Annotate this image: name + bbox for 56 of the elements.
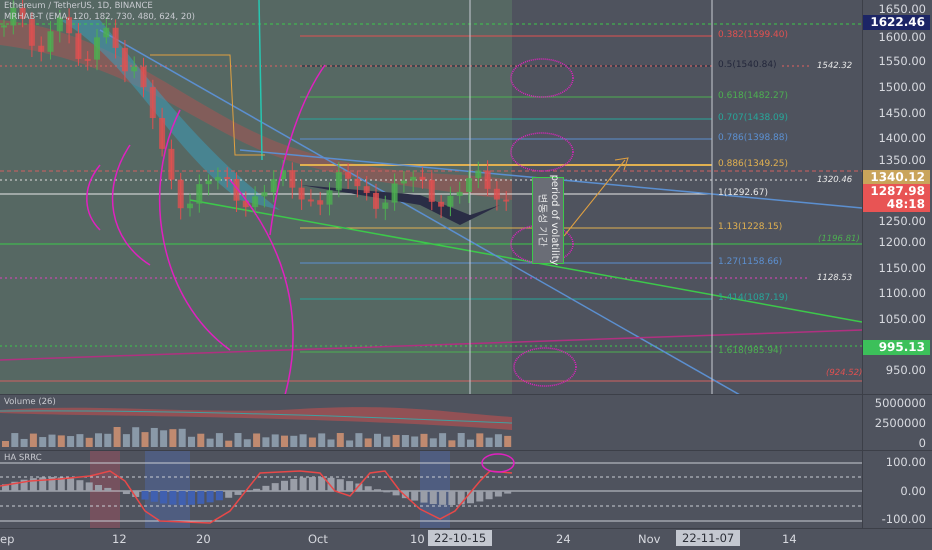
- fib-level-label: 0.707(1438.09): [718, 113, 788, 124]
- oscillator-tick-label: 100.00: [884, 456, 927, 469]
- oscillator-tick-label: -100.00: [880, 513, 927, 526]
- price-tick-label: 1250.00: [878, 215, 927, 228]
- volume-tick-label: 5000000: [874, 397, 927, 410]
- fib-level-label: 1.13(1228.15): [718, 222, 782, 233]
- time-tick-label: 20: [196, 532, 211, 546]
- price-tick-label: 1150.00: [878, 262, 927, 275]
- price-tick-label: 1200.00: [878, 236, 927, 249]
- price-tick-label: 1100.00: [878, 287, 927, 300]
- fib-level-label: 1.618(985.94): [718, 346, 782, 357]
- price-line-label: 1128.53: [817, 273, 852, 284]
- price-tag: 1622.46: [863, 15, 930, 30]
- time-tick-label: 12: [112, 532, 127, 546]
- price-tick-label: 1600.00: [878, 31, 927, 44]
- ellipse-marker: [513, 347, 577, 387]
- price-tick-label: 1500.00: [878, 81, 927, 94]
- ellipse-marker: [510, 132, 574, 172]
- fib-level-label: 0.786(1398.88): [718, 133, 788, 144]
- volume-title: Volume (26): [4, 397, 56, 407]
- date-tag: 22-11-07: [676, 530, 740, 546]
- arc-line: [86, 164, 101, 230]
- time-tick-label: 24: [556, 532, 571, 546]
- ellipse-marker: [481, 453, 515, 473]
- volume-tick-label: 2500000: [874, 417, 927, 430]
- price-line-label: (924.52): [826, 368, 862, 379]
- fib-level-label: 1(1292.67): [718, 188, 768, 199]
- time-tick-label: 14: [782, 532, 797, 546]
- oscillator-tick-label: 0.00: [899, 484, 927, 498]
- price-tag: 1340.12: [863, 170, 930, 185]
- price-line-label: (1196.81): [818, 234, 860, 245]
- price-tick-label: 1550.00: [878, 55, 927, 68]
- price-tag: 1287.98 48:18: [863, 184, 930, 212]
- time-tick-label: ep: [0, 532, 14, 546]
- volume-tick-label: 0: [918, 437, 927, 450]
- fib-level-label: 0.886(1349.25): [718, 159, 788, 170]
- date-tag: 22-10-15: [428, 530, 492, 546]
- time-tick-label: 10: [410, 532, 425, 546]
- price-line-label: 1320.46: [817, 175, 852, 186]
- price-tick-label: 1450.00: [878, 107, 927, 120]
- note-text: 변동성 기간: [536, 193, 548, 247]
- price-line-label: 1542.32: [817, 61, 852, 72]
- price-tick-label: 1400.00: [878, 132, 927, 145]
- fib-level-label: 0.618(1482.27): [718, 91, 788, 102]
- fib-level-label: 0.382(1599.40): [718, 30, 788, 41]
- note-text: period of volatility: [548, 174, 560, 266]
- oscillator-title: HA SRRC: [4, 453, 42, 463]
- time-tick-label: Oct: [308, 532, 328, 546]
- price-tick-label: 1350.00: [878, 154, 927, 167]
- price-tick-label: 1650.00: [878, 3, 927, 16]
- price-tick-label: 1050.00: [878, 313, 927, 326]
- fib-level-label: 1.27(1158.66): [718, 257, 782, 268]
- time-tick-label: Nov: [638, 532, 660, 546]
- price-tag: 995.13: [863, 340, 930, 355]
- price-tick-label: 950.00: [886, 364, 927, 377]
- ellipse-marker: [510, 58, 574, 98]
